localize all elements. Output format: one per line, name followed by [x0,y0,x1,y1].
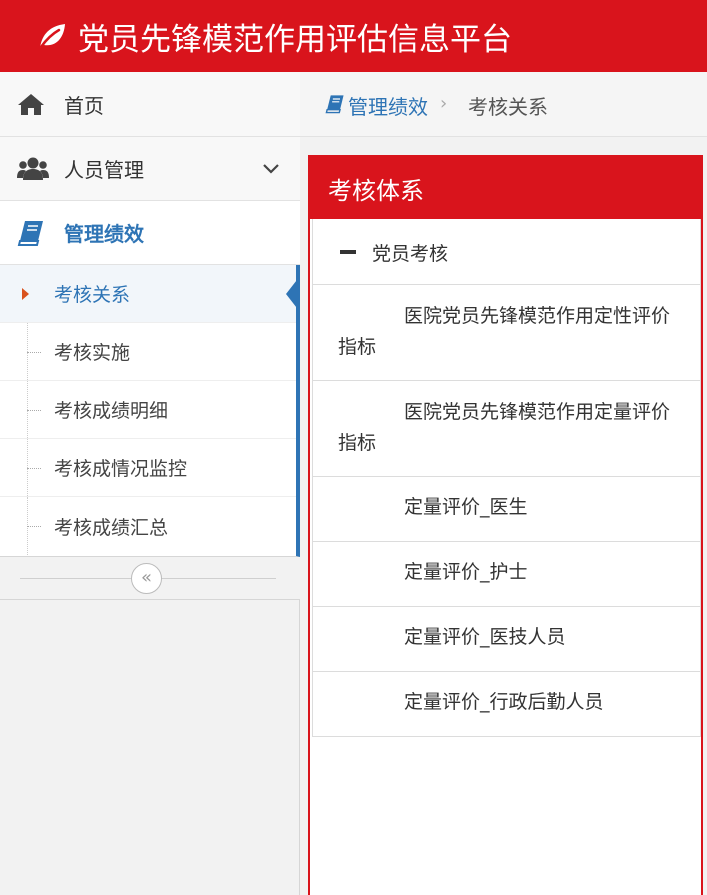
assessment-system-panel: 考核体系 党员考核 医院党员先锋模范作用定性评价指标 医院党员先锋模范作用定量评… [308,155,703,895]
tree-node-label: 定量评价_医生 [404,496,528,518]
sidebar-item-performance[interactable]: 管理绩效 [0,201,300,265]
sidebar-item-home[interactable]: 首页 [0,72,300,137]
tree-node-label: 定量评价_行政后勤人员 [404,691,604,713]
chevron-down-icon [263,163,279,174]
breadcrumb-current: 考核关系 [468,95,548,119]
book-icon [325,95,344,114]
submenu-item-score-details[interactable]: 考核成绩明细 [0,381,296,439]
submenu-item-monitoring[interactable]: 考核成情况监控 [0,439,296,497]
book-icon [17,220,43,246]
submenu-item-label: 考核关系 [54,284,131,306]
caret-right-icon [22,287,29,300]
tree-node-label: 医院党员先锋模范作用定量评价指标 [338,401,671,454]
submenu-item-label: 考核成绩汇总 [54,516,169,539]
collapse-sidebar-button[interactable]: « [131,563,162,594]
sidebar-item-label: 人员管理 [64,158,144,182]
tree-node[interactable]: 定量评价_护士 [312,542,701,607]
sidebar-item-label: 首页 [64,93,104,118]
sidebar: 首页 人员管理 管理绩效 考核关系 考核实施 考核成绩明细 考核成情况监控 考核… [0,72,300,895]
submenu-performance: 考核关系 考核实施 考核成绩明细 考核成情况监控 考核成绩汇总 [0,265,300,557]
breadcrumb-parent-link[interactable]: 管理绩效 [348,91,428,120]
tree-node[interactable]: 医院党员先锋模范作用定量评价指标 [312,381,701,477]
tree-node[interactable]: 定量评价_行政后勤人员 [312,672,701,737]
tree-node-label: 定量评价_护士 [404,561,528,583]
submenu-item-label: 考核实施 [54,342,131,364]
tree-node-label: 医院党员先锋模范作用定性评价指标 [338,305,671,358]
leaf-icon [39,24,65,49]
panel-header: 考核体系 [308,155,703,219]
submenu-item-label: 考核成绩明细 [54,400,169,422]
tree-node-label: 定量评价_医技人员 [404,626,566,648]
tree-node-root[interactable]: 党员考核 [312,219,701,285]
submenu-item-label: 考核成情况监控 [54,458,188,480]
app-title: 党员先锋模范作用评估信息平台 [78,21,512,58]
tree-node[interactable]: 定量评价_医生 [312,477,701,542]
active-indicator [286,275,300,312]
breadcrumb-separator: › [440,93,448,114]
tree-node-label: 党员考核 [372,243,449,265]
tree-node[interactable]: 医院党员先锋模范作用定性评价指标 [312,285,701,381]
submenu-item-assessment-relation[interactable]: 考核关系 [0,265,300,323]
tree-node[interactable]: 定量评价_医技人员 [312,607,701,672]
users-icon [17,157,49,180]
home-icon [18,94,44,115]
sidebar-item-label: 管理绩效 [64,222,144,246]
collapse-minus-icon[interactable] [340,250,356,254]
panel-title: 考核体系 [328,177,424,205]
breadcrumb: 管理绩效 › 考核关系 [300,72,707,137]
submenu-item-assessment-implementation[interactable]: 考核实施 [0,323,296,381]
top-header: 党员先锋模范作用评估信息平台 [0,0,707,72]
submenu-item-score-summary[interactable]: 考核成绩汇总 [0,497,296,555]
sidebar-collapse-bar: « [0,557,300,600]
sidebar-item-people[interactable]: 人员管理 [0,137,300,201]
